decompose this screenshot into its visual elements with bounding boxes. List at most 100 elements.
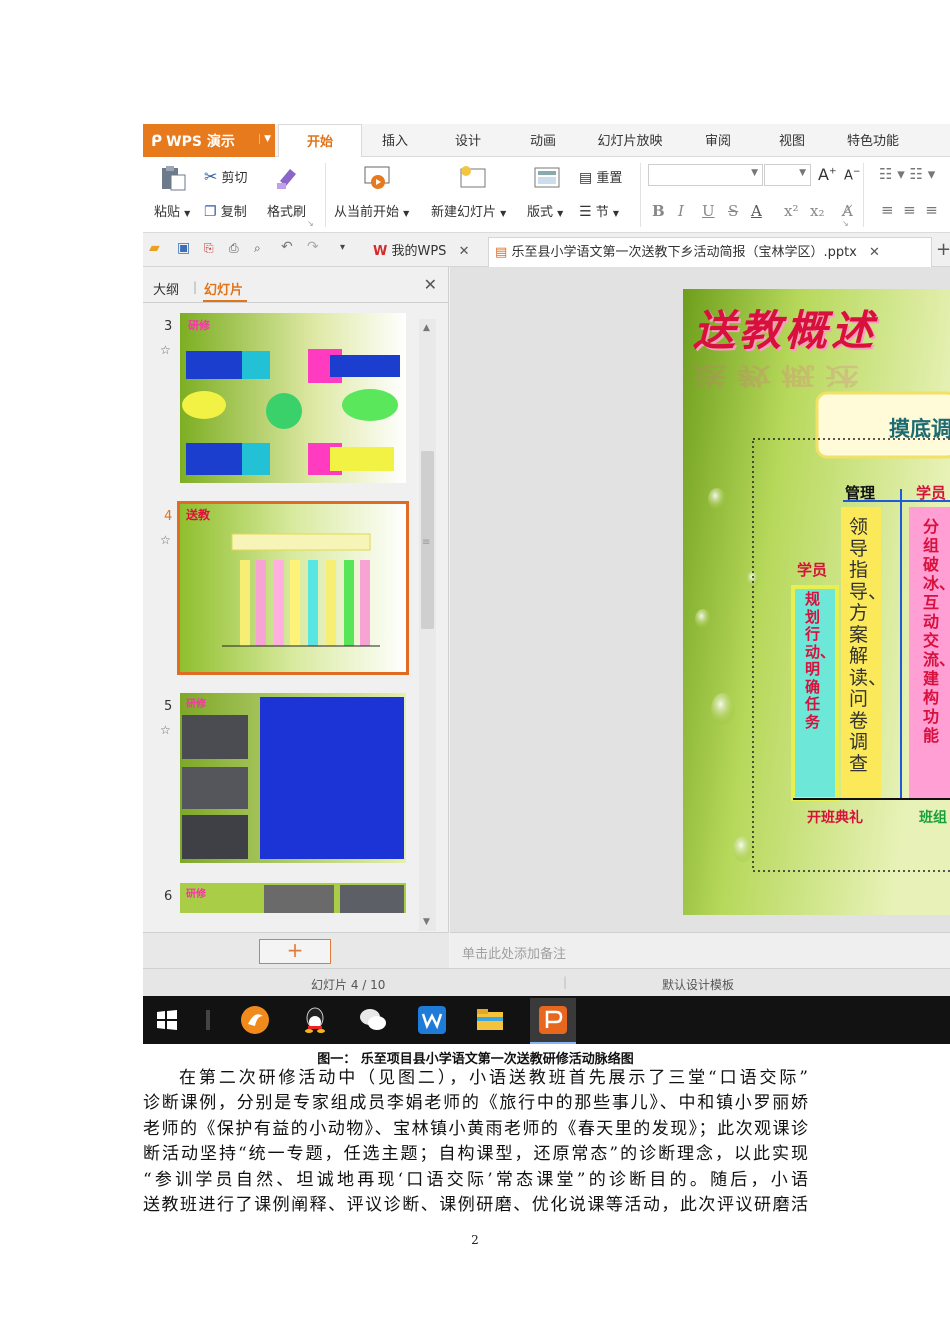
animation-star-icon: ☆ — [160, 533, 171, 547]
layout-icon[interactable] — [533, 165, 561, 191]
qq-icon[interactable] — [299, 1004, 331, 1036]
doc-tab-mywps[interactable]: W 我的WPS ✕ — [371, 237, 469, 267]
design-template-label: 默认设计模板 — [662, 978, 735, 992]
redo-icon[interactable]: ↷ — [307, 239, 321, 255]
superscript-button[interactable]: x² — [784, 202, 798, 220]
scissors-icon: ✂ — [204, 167, 218, 186]
save-icon[interactable]: ▣ — [177, 240, 191, 256]
font-size-select[interactable]: ▼ — [764, 164, 811, 186]
section-button[interactable]: ☰ 节 ▼ — [579, 201, 619, 220]
tab-outline[interactable]: 大纲 — [153, 279, 179, 298]
wps-writer-icon[interactable] — [416, 1004, 448, 1036]
font-name-select[interactable]: ▼ — [648, 164, 763, 186]
ribbon-divider — [325, 163, 326, 227]
format-painter-icon[interactable] — [274, 165, 302, 191]
tab-design[interactable]: 设计 — [435, 124, 501, 157]
column-header-student: 学员 — [916, 484, 947, 502]
page-number: 2 — [471, 1233, 479, 1247]
chevron-down-icon: ▼ — [799, 168, 806, 178]
section-label: 节 — [595, 205, 609, 220]
active-app-indicator — [530, 1042, 576, 1044]
manage-column-text: 领导指导、方案解读、问卷调查 — [849, 516, 888, 775]
layout-button[interactable]: 版式 ▼ — [527, 201, 563, 220]
open-folder-icon[interactable]: ▰ — [149, 240, 163, 256]
tab-start[interactable]: 开始 — [278, 124, 362, 157]
ribbon-divider — [640, 163, 641, 227]
dialog-launcher-icon[interactable]: ↘ — [842, 219, 849, 228]
wps-presentation-icon[interactable] — [537, 1004, 569, 1036]
copy-label: 复制 — [220, 205, 247, 220]
print-preview-icon[interactable]: ⌕ — [254, 241, 268, 255]
scroll-up-icon[interactable]: ▲ — [423, 323, 430, 333]
underline-button[interactable]: U — [702, 202, 715, 220]
add-slide-button[interactable]: + — [259, 939, 331, 964]
current-slide[interactable]: 送教概述 送教概述 摸底调 管理 学员 学员 领导指导、方案解读、问卷调查 规划… — [683, 289, 950, 915]
app-name: WPS 演示 — [166, 133, 235, 150]
from-current-button[interactable]: 从当前开始 ▼ — [334, 201, 409, 220]
animation-star-icon: ☆ — [160, 343, 171, 357]
file-explorer-icon[interactable] — [474, 1004, 506, 1036]
wechat-icon[interactable] — [357, 1004, 389, 1036]
from-current-label: 从当前开始 — [334, 205, 400, 220]
slide-title: 送教概述 — [693, 306, 878, 355]
tab-view[interactable]: 视图 — [759, 124, 825, 157]
tab-insert[interactable]: 插入 — [362, 124, 428, 157]
slide-thumbnail-5[interactable]: 研修 — [180, 693, 406, 863]
paragraph-line: 断活动坚持“统一专题，任选主题；自构课型，还原常态”的诊断理念，以此实现 — [143, 1144, 808, 1165]
close-icon[interactable]: ✕ — [459, 244, 470, 259]
document-tab-bar: ▰ ▣ ⎘ ⎙ ⌕ ↶ ↷ ▾ W 我的WPS ✕ ▤ 乐至县小学语文第一次送教… — [143, 233, 950, 267]
slide-thumbnail-3[interactable]: 研修 — [180, 313, 406, 483]
customize-arrow-icon[interactable]: ▾ — [340, 242, 354, 256]
close-icon[interactable]: ✕ — [869, 245, 880, 260]
cut-button[interactable]: ✂ 剪切 — [204, 167, 248, 186]
format-painter-button[interactable]: 格式刷 — [267, 201, 306, 220]
browser-icon[interactable] — [239, 1004, 271, 1036]
scroll-down-icon[interactable]: ▼ — [423, 917, 430, 927]
dialog-launcher-icon[interactable]: ↘ — [307, 219, 314, 228]
font-color-button[interactable]: A — [751, 202, 762, 220]
tab-animation[interactable]: 动画 — [510, 124, 576, 157]
tab-slideshow[interactable]: 幻灯片放映 — [587, 124, 673, 157]
tab-slides[interactable]: 幻灯片 — [204, 279, 243, 298]
windows-start-icon[interactable] — [155, 1008, 179, 1032]
wps-logo-icon: ᑭ — [151, 131, 163, 150]
slide-thumbnail-4[interactable]: 送教 — [177, 501, 409, 675]
export-pdf-icon[interactable]: ⎘ — [204, 241, 218, 255]
align-icons[interactable]: ≡ ≡ ≡ — [881, 201, 938, 219]
tab-special[interactable]: 特色功能 — [833, 124, 913, 157]
slide-thumbnail-6[interactable]: 研修 — [180, 883, 406, 913]
new-slide-icon[interactable] — [459, 165, 487, 191]
shrink-font-icon[interactable]: A− — [844, 167, 860, 183]
new-slide-button[interactable]: 新建幻灯片 ▼ — [431, 201, 506, 220]
reset-button[interactable]: ▤ 重置 — [579, 167, 622, 186]
copy-button[interactable]: ❐ 复制 — [204, 201, 247, 220]
student-column-text: 规划行动、明确任务 — [805, 590, 836, 731]
grow-font-icon[interactable]: A+ — [818, 165, 837, 184]
doc-tab-label: 乐至县小学语文第一次送教下乡活动简报（宝林学区）.pptx — [511, 245, 857, 260]
tab-review[interactable]: 审阅 — [685, 124, 751, 157]
bold-button[interactable]: B — [652, 202, 665, 220]
clear-format-icon[interactable]: A̸ — [842, 202, 853, 220]
undo-icon[interactable]: ↶ — [281, 239, 295, 255]
paste-label: 粘贴 — [154, 205, 181, 220]
active-tab-underline — [203, 300, 247, 302]
paste-icon[interactable] — [159, 165, 187, 191]
italic-button[interactable]: I — [678, 202, 684, 220]
subscript-button[interactable]: x₂ — [810, 202, 824, 220]
ribbon-tab-bar: ᑭ WPS 演示 ▼ 开始 插入 设计 动画 幻灯片放映 审阅 视图 特色功能 — [143, 124, 950, 157]
doc-tab-pptx[interactable]: ▤ 乐至县小学语文第一次送教下乡活动简报（宝林学区）.pptx ✕ — [488, 237, 932, 267]
section-icon: ☰ — [579, 204, 592, 220]
bullet-list-icon[interactable]: ☷ ▾ ☷ ▾ — [879, 165, 935, 183]
paste-button[interactable]: 粘贴 ▼ — [154, 201, 190, 220]
app-menu-button[interactable]: ᑭ WPS 演示 ▼ — [143, 124, 275, 157]
print-icon[interactable]: ⎙ — [229, 241, 243, 255]
reset-icon: ▤ — [579, 170, 593, 186]
svg-text:研修: 研修 — [186, 887, 207, 900]
new-tab-icon[interactable]: + — [936, 239, 950, 260]
slides-scrollbar[interactable]: ▲ ≡ ▼ — [419, 319, 436, 931]
play-from-current-icon[interactable] — [363, 165, 391, 191]
close-icon[interactable]: ✕ — [424, 275, 437, 294]
strike-button[interactable]: S — [728, 202, 738, 220]
grip-icon: ≡ — [422, 537, 431, 548]
notes-pane[interactable]: 单击此处添加备注 — [450, 932, 950, 968]
